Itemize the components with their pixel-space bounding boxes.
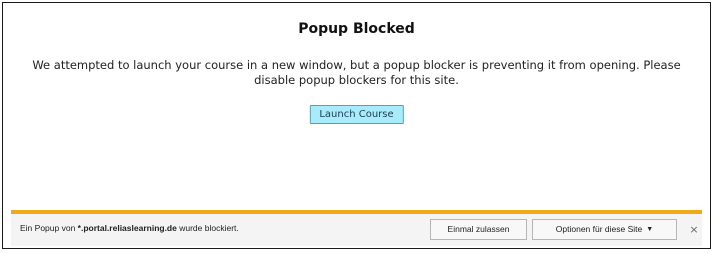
browser-viewport: Popup Blocked We attempted to launch you… [2,2,711,249]
site-options-button[interactable]: Optionen für diese Site ▼ [532,219,677,240]
blocked-domain: *.portal.reliaslearning.de [77,223,177,233]
notification-text-prefix: Ein Popup von [20,223,78,233]
popup-notification-bar: Ein Popup von *.portal.reliaslearning.de… [11,210,702,246]
site-options-label: Optionen für diese Site [555,224,643,234]
page-title: Popup Blocked [298,21,415,37]
chevron-down-icon: ▼ [646,226,654,233]
popup-blocked-page: Popup Blocked We attempted to launch you… [3,3,710,208]
notification-text-suffix: wurde blockiert. [176,223,239,233]
notification-message: Ein Popup von *.portal.reliaslearning.de… [20,223,239,233]
popup-blocked-message: We attempted to launch your course in a … [32,58,681,87]
launch-course-button[interactable]: Launch Course [309,105,404,124]
close-icon[interactable]: × [686,219,702,240]
allow-once-button[interactable]: Einmal zulassen [430,219,527,240]
